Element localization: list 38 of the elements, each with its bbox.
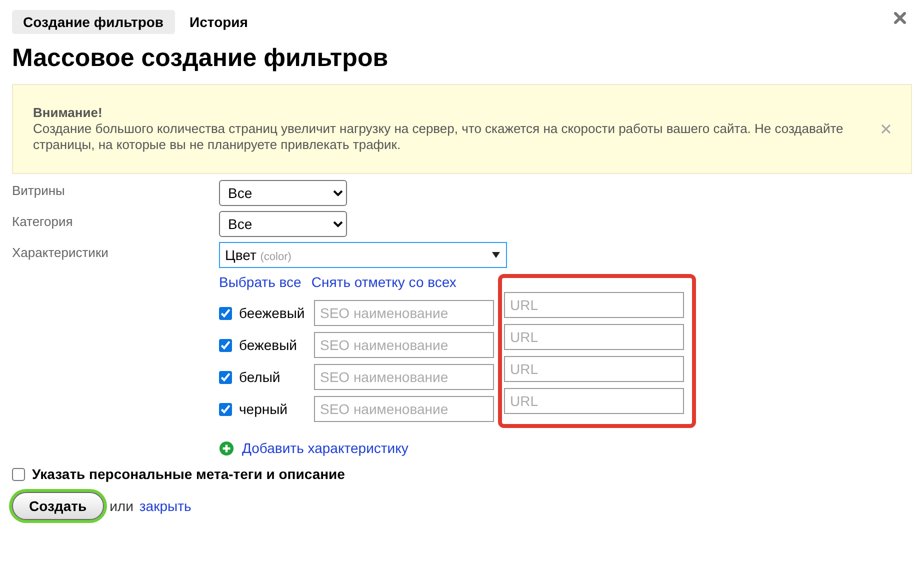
field-label: Категория bbox=[12, 213, 74, 231]
link[interactable]: Снять отметку со всех bbox=[311, 274, 456, 290]
tab[interactable]: Создание фильтров bbox=[12, 10, 175, 34]
url-field[interactable]: URL bbox=[504, 356, 684, 382]
tab[interactable]: История bbox=[178, 10, 259, 34]
checkbox[interactable] bbox=[12, 468, 25, 480]
checkbox-label: Указать персональные мета-теги и описание bbox=[32, 466, 345, 482]
field-label: Характеристики bbox=[12, 244, 110, 262]
or-text: или bbox=[110, 498, 134, 514]
field-label: Витрины bbox=[12, 182, 66, 200]
notice-text: Создание большого количества страниц увеличит нагрузку на сервер, что скажется на скорости работы вашего сайта. Не создавайте страницы, на которые вы не планируете привлекать трафик. bbox=[33, 121, 844, 152]
value-label: белый bbox=[239, 369, 282, 385]
url-field[interactable]: URL bbox=[504, 388, 684, 414]
link[interactable]: Выбрать все bbox=[219, 274, 302, 290]
add-characteristic-link[interactable]: Добавить характеристику bbox=[242, 440, 408, 456]
dropdown[interactable]: Все bbox=[219, 180, 347, 206]
close-icon[interactable] bbox=[894, 12, 906, 24]
create-button[interactable]: Создать bbox=[12, 492, 104, 520]
checkbox[interactable] bbox=[219, 338, 232, 352]
seo-name-field[interactable]: SEO наименование bbox=[314, 396, 494, 422]
checkbox[interactable] bbox=[219, 306, 232, 320]
caret-icon bbox=[492, 252, 500, 258]
seo-name-field[interactable]: SEO наименование bbox=[314, 332, 494, 358]
checkbox[interactable] bbox=[219, 370, 232, 384]
value-label: черный bbox=[239, 401, 288, 417]
plus-icon[interactable] bbox=[219, 440, 234, 456]
notice-heading: Внимание! bbox=[33, 105, 104, 121]
value-label: беежевый bbox=[239, 305, 306, 321]
url-field[interactable]: URL bbox=[504, 292, 684, 318]
dropdown[interactable]: Все bbox=[219, 211, 347, 237]
page-title: Массовое создание фильтров bbox=[12, 44, 390, 73]
value-label: бежевый bbox=[239, 337, 298, 353]
seo-name-field[interactable]: SEO наименование bbox=[314, 364, 494, 390]
checkbox[interactable] bbox=[219, 402, 232, 416]
characteristic-dropdown[interactable]: Цвет (color) bbox=[219, 242, 507, 268]
seo-name-field[interactable]: SEO наименование bbox=[314, 300, 494, 326]
url-field[interactable]: URL bbox=[504, 324, 684, 350]
close-link[interactable]: закрыть bbox=[139, 498, 192, 514]
